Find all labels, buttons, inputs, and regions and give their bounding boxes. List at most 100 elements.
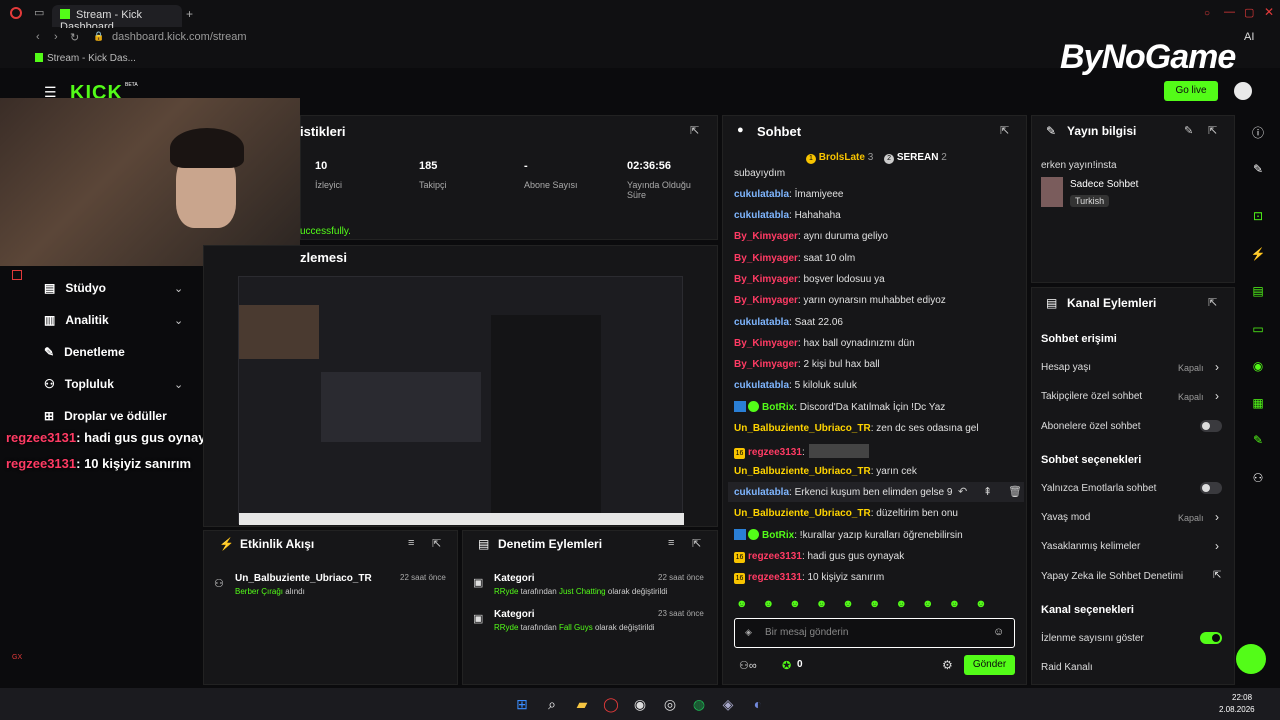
tab-stream[interactable]: Stream - Kick Dashboard [52,5,182,33]
browser-tab-bar: ▭ Stream - Kick Dashboard + ○ — ▢ ✕ [0,0,1280,33]
chat-input[interactable]: ◈ Bir mesaj gönderin ☺ [734,618,1015,648]
chevron-right-icon: › [1215,389,1219,403]
chat-message[interactable]: cukulatabla: 5 kiloluk suluk [734,380,857,391]
chat-message[interactable]: Un_Balbuziente_Ubriaco_TR: zen dc ses od… [734,423,979,434]
forward-icon[interactable]: › [54,31,58,43]
popout-icon[interactable]: ⇱ [1208,124,1217,137]
popout-icon[interactable]: ⇱ [692,537,701,550]
send-button[interactable]: Gönder [964,655,1015,675]
chat-message[interactable]: BotRix: Discord'Da Katılmak İçin !Dc Yaz [734,401,945,413]
chat-message[interactable]: cukulatabla: Hahahaha [734,210,841,221]
chat-message[interactable]: 16 regzee3131: 10 kişiyiz sanırım [734,572,884,584]
url-field[interactable]: dashboard.kick.com/stream [112,31,247,43]
chevron-right-icon: › [1215,510,1219,524]
document-icon: ▤ [1046,296,1058,310]
users-icon[interactable]: ⚇ [1250,471,1266,487]
category-name[interactable]: Sadece Sohbet [1070,179,1138,190]
popout-icon[interactable]: ⇱ [432,537,441,550]
obs-icon[interactable]: ◎ [662,696,678,712]
sidebar-item-analytics[interactable]: ▥ Analitik [44,313,109,327]
search-icon[interactable]: ○ [1204,8,1210,19]
success-message: uccessfully. [300,226,351,237]
bolt-icon[interactable]: ⚡ [1250,247,1266,263]
chat-bubble-icon[interactable]: ▭ [1250,322,1266,338]
chat-message[interactable]: By_Kimyager: 2 kişi bul hax ball [734,359,880,370]
chat-message[interactable]: By_Kimyager: saat 10 olm [734,253,855,264]
spotify-icon[interactable]: ◍ [691,696,707,712]
chat-message[interactable]: cukulatabla: İmamiyeee [734,189,844,200]
chevron-down-icon[interactable]: ⌄ [174,282,183,295]
chat-message[interactable]: By_Kimyager: hax ball oynadınızmı dün [734,338,915,349]
chat-message[interactable]: By_Kimyager: aynı duruma geliyo [734,231,888,242]
popout-icon[interactable]: ⇱ [1000,124,1009,137]
popout-icon[interactable]: ⇱ [1208,296,1217,309]
chat-message[interactable]: cukulatabla: Saat 22.06 [734,317,843,328]
new-tab-button[interactable]: + [186,7,193,21]
chat-message[interactable]: BotRix: !kurallar yazıp kuralları öğrene… [734,529,963,541]
chat-message[interactable]: 16 regzee3131: [734,444,869,459]
maximize-icon[interactable]: ▢ [1244,6,1254,19]
external-link-icon: ⇱ [1213,570,1222,581]
search-icon[interactable]: ⌕ [544,696,560,712]
reload-icon[interactable]: ↻ [70,31,79,44]
edit-icon[interactable]: ✎ [1250,162,1266,178]
settings-gear-icon[interactable]: ⚙ [942,658,953,672]
clock-date[interactable]: 2.08.2026 [1219,705,1255,714]
bookmark-stream[interactable]: Stream - Kick Das... [47,53,136,64]
tab-menu-icon[interactable]: ▭ [34,6,44,19]
users-icon[interactable]: ⚇∞ [739,659,757,672]
category-thumbnail [1041,177,1063,207]
chat-message[interactable]: Un_Balbuziente_Ubriaco_TR: yarın cek [734,466,917,477]
steam-icon[interactable]: ◉ [632,696,648,712]
emoji-icon[interactable]: ☺ [993,626,1004,638]
sidebar-item-moderation[interactable]: ✎ Denetleme [44,345,125,359]
folder-icon[interactable]: ▰ [574,696,590,712]
sidebar-bottom-icon[interactable]: GX [12,654,22,661]
emote-bar[interactable]: ☻☻☻☻☻☻☻☻☻☻ [736,598,1016,612]
activity-panel [203,530,458,685]
reply-icon[interactable]: ↶ [958,485,967,498]
document-icon[interactable]: ▤ [1250,284,1266,300]
emote-images [808,444,869,458]
filter-icon[interactable]: ≡ [668,537,674,549]
popout-icon[interactable]: ⇱ [690,124,699,137]
pin-icon[interactable]: ⇞ [983,485,992,498]
sidebar-item-drops[interactable]: ⊞ Droplar ve ödüller [44,409,167,423]
chat-message[interactable]: By_Kimyager: boşver lodosuu ya [734,274,885,285]
streamer-hair [170,128,244,168]
avatar[interactable] [1234,82,1252,100]
help-button[interactable] [1236,644,1266,674]
chat-message[interactable]: By_Kimyager: yarın oynarsın muhabbet edi… [734,295,946,306]
sidebar-item-community[interactable]: ⚇ Topluluk [44,377,114,391]
broadcast-icon[interactable]: ◉ [1250,359,1266,375]
chat-leaderboard: 1 BrolsLate 3 2 SEREAN 2 [806,152,947,164]
chat-message[interactable]: cukulatabla: Erkenci kuşum ben elimden g… [734,487,952,498]
category-icon: ▣ [473,577,484,589]
minimize-icon[interactable]: — [1224,6,1235,18]
filter-icon[interactable]: ≡ [408,537,414,549]
edit-icon[interactable]: ✎ [1184,124,1193,137]
opera-logo-icon[interactable] [10,7,22,19]
windows-start-icon[interactable]: ⊞ [514,696,530,712]
close-icon[interactable]: ✕ [1264,5,1274,19]
discord-icon[interactable]: ◐ [750,696,766,712]
chevron-down-icon[interactable]: ⌄ [174,314,183,327]
ai-button[interactable]: AI [1244,31,1254,43]
stream-preview-video[interactable] [238,276,684,525]
sidebar-item-studio[interactable]: ▤ Stüdyo [44,281,106,295]
info-icon[interactable]: ⓘ [1250,124,1266,140]
delete-icon[interactable]: 🗑 [1008,485,1022,498]
layout-icon[interactable]: ▦ [1250,396,1266,412]
app-icon[interactable]: ◈ [720,696,736,712]
chevron-down-icon[interactable]: ⌄ [174,378,183,391]
chat-message[interactable]: 16 regzee3131: hadi gus gus oynayak [734,551,904,563]
stats-title: istikleri [300,124,346,139]
back-icon[interactable]: ‹ [36,31,40,43]
sidebar-mini-icon[interactable] [12,270,22,280]
clock-time[interactable]: 22:08 [1232,693,1252,702]
go-live-button[interactable]: Go live [1164,81,1218,101]
wrench-icon[interactable]: ✎ [1250,433,1266,449]
target-icon[interactable]: ⊡ [1250,209,1266,225]
opera-icon[interactable]: ◯ [603,696,619,712]
chat-message[interactable]: Un_Balbuziente_Ubriaco_TR: düzeltirim be… [734,508,958,519]
